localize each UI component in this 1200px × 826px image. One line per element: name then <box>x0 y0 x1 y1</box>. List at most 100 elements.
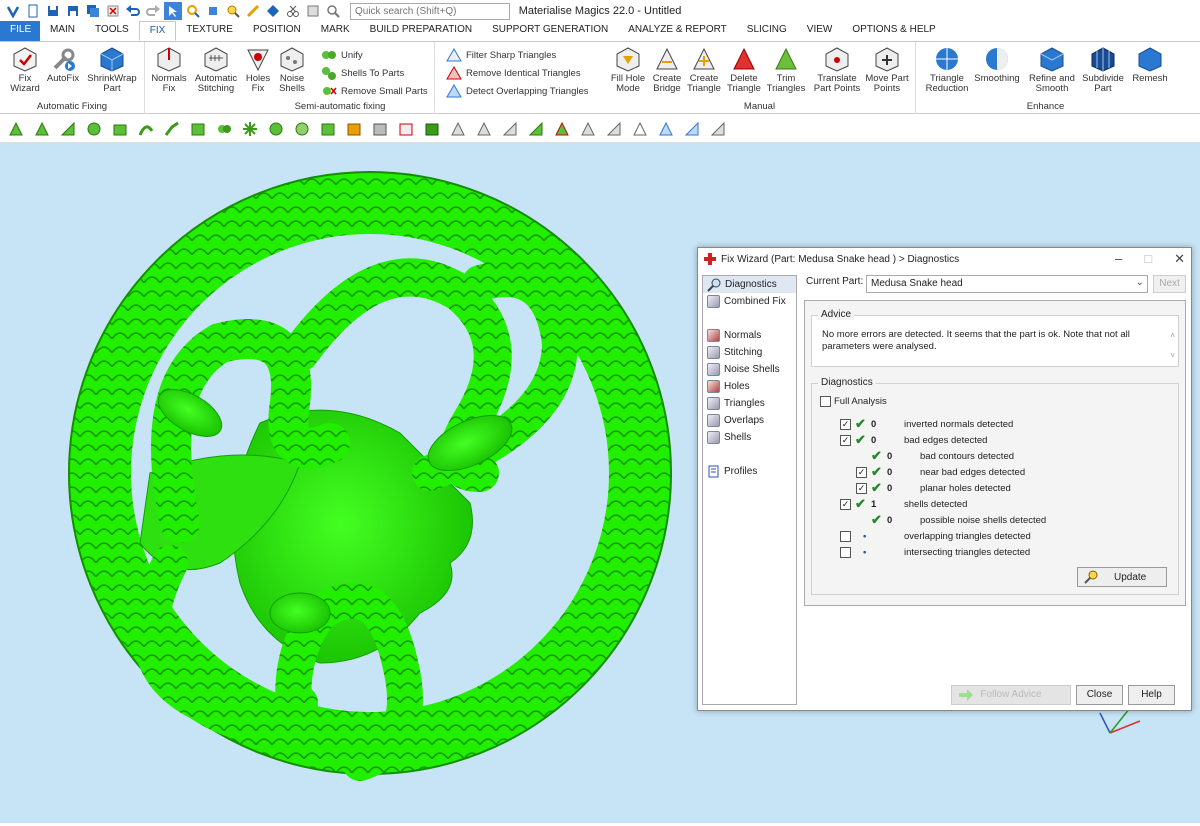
delete-triangle-button[interactable]: Delete Triangle <box>726 46 762 94</box>
tab-file[interactable]: FILE <box>0 21 40 41</box>
follow-advice-button[interactable]: Follow Advice <box>951 685 1071 705</box>
refine-and-smooth-button[interactable]: Refine and Smooth <box>1026 46 1078 94</box>
tab-options-help[interactable]: OPTIONS & HELP <box>842 21 945 41</box>
holes-fix-button[interactable]: Holes Fix <box>243 46 273 94</box>
mark-sphere-icon[interactable] <box>266 119 286 139</box>
mark-star-icon[interactable] <box>240 119 260 139</box>
cube-green-icon[interactable] <box>318 119 338 139</box>
tab-view[interactable]: VIEW <box>797 21 843 41</box>
transform-icon[interactable] <box>264 2 282 20</box>
mark-wave-icon[interactable] <box>188 119 208 139</box>
tab-texture[interactable]: TEXTURE <box>176 21 243 41</box>
maximize-icon[interactable]: □ <box>1144 251 1152 267</box>
full-analysis-row[interactable]: Full Analysis <box>820 394 887 408</box>
tab-build-preparation[interactable]: BUILD PREPARATION <box>360 21 482 41</box>
part-icon[interactable] <box>304 2 322 20</box>
cube-red-icon[interactable] <box>396 119 416 139</box>
subdivide-part-button[interactable]: Subdivide Part <box>1080 46 1126 94</box>
save-all-icon[interactable] <box>84 2 102 20</box>
mark-shell-icon[interactable] <box>84 119 104 139</box>
marking-icon[interactable] <box>6 119 26 139</box>
cube-grey-icon[interactable] <box>370 119 390 139</box>
mark-curve-icon[interactable] <box>136 119 156 139</box>
cut-icon[interactable] <box>284 2 302 20</box>
find-icon[interactable] <box>324 2 342 20</box>
advice-scrollbar[interactable]: ˄ ˅ <box>1170 326 1175 366</box>
nav-triangles[interactable]: Triangles <box>703 395 796 412</box>
diagnostic-checkbox[interactable]: ✓ <box>840 498 851 510</box>
search-tool-icon[interactable] <box>224 2 242 20</box>
nav-shells[interactable]: Shells <box>703 429 796 446</box>
mark-plane-icon[interactable] <box>58 119 78 139</box>
triangle-tool-2-icon[interactable] <box>474 119 494 139</box>
triangle-tool-9-icon[interactable] <box>656 119 676 139</box>
tab-tools[interactable]: TOOLS <box>85 21 139 41</box>
mark-ball-icon[interactable] <box>292 119 312 139</box>
diagnostic-checkbox[interactable]: ✓ <box>856 482 867 494</box>
trim-triangles-button[interactable]: Trim Triangles <box>766 46 806 94</box>
automatic-stitching-button[interactable]: Automatic Stitching <box>193 46 239 94</box>
measure-icon[interactable] <box>244 2 262 20</box>
close-part-icon[interactable] <box>104 2 122 20</box>
normals-fix-button[interactable]: Normals Fix <box>151 46 187 94</box>
fix-wizard-button[interactable]: Fix Wizard <box>6 46 44 94</box>
smoothing-button[interactable]: Smoothing <box>974 46 1020 84</box>
nav-normals[interactable]: Normals <box>703 327 796 344</box>
triangle-tool-7-icon[interactable] <box>604 119 624 139</box>
filter-sharp-triangles-button[interactable]: Filter Sharp Triangles <box>446 48 556 62</box>
remesh-button[interactable]: Remesh <box>1130 46 1170 84</box>
close-icon[interactable]: ✕ <box>1174 251 1185 267</box>
triangle-tool-3-icon[interactable] <box>500 119 520 139</box>
unify-button[interactable]: Unify <box>321 48 363 62</box>
next-button[interactable]: Next <box>1153 275 1186 293</box>
save-as-icon[interactable] <box>64 2 82 20</box>
noise-shells-button[interactable]: Noise Shells <box>277 46 307 94</box>
autofix-button[interactable]: AutoFix <box>46 46 80 84</box>
nav-profiles[interactable]: Profiles <box>703 463 796 480</box>
create-triangle-button[interactable]: Create Triangle <box>686 46 722 94</box>
fill-hole-mode-button[interactable]: Fill Hole Mode <box>608 46 648 94</box>
triangle-tool-11-icon[interactable] <box>708 119 728 139</box>
save-icon[interactable] <box>44 2 62 20</box>
nav-overlaps[interactable]: Overlaps <box>703 412 796 429</box>
detect-overlapping-triangles-button[interactable]: Detect Overlapping Triangles <box>446 84 589 98</box>
triangle-tool-8-icon[interactable] <box>630 119 650 139</box>
triangle-tool-4-icon[interactable] <box>526 119 546 139</box>
current-part-select[interactable]: Medusa Snake head ⌄ <box>866 275 1148 293</box>
diagnostic-checkbox[interactable] <box>840 530 851 542</box>
nav-noise-shells[interactable]: Noise Shells <box>703 361 796 378</box>
zoom-icon[interactable] <box>184 2 202 20</box>
rotate-icon[interactable] <box>204 2 222 20</box>
app-icon[interactable] <box>4 2 22 20</box>
tab-mark[interactable]: MARK <box>311 21 360 41</box>
remove-small-parts-button[interactable]: Remove Small Parts <box>321 84 428 98</box>
tab-fix[interactable]: FIX <box>138 21 177 41</box>
close-button[interactable]: Close <box>1076 685 1123 705</box>
mark-contour-icon[interactable] <box>162 119 182 139</box>
select-icon[interactable] <box>164 2 182 20</box>
tab-position[interactable]: POSITION <box>243 21 311 41</box>
cube-orange-icon[interactable] <box>344 119 364 139</box>
nav-holes[interactable]: Holes <box>703 378 796 395</box>
triangle-tool-10-icon[interactable] <box>682 119 702 139</box>
triangle-tool-1-icon[interactable] <box>448 119 468 139</box>
translate-part-points-button[interactable]: Translate Part Points <box>812 46 862 94</box>
mark-pattern-icon[interactable] <box>214 119 234 139</box>
diagnostic-checkbox[interactable]: ✓ <box>840 418 851 430</box>
create-bridge-button[interactable]: Create Bridge <box>650 46 684 94</box>
tab-main[interactable]: MAIN <box>40 21 85 41</box>
triangle-tool-6-icon[interactable] <box>578 119 598 139</box>
minimize-icon[interactable]: – <box>1115 251 1122 267</box>
diagnostic-checkbox[interactable] <box>840 546 851 558</box>
full-analysis-checkbox[interactable] <box>820 395 831 407</box>
move-part-points-button[interactable]: Move Part Points <box>864 46 910 94</box>
mark-surface-icon[interactable] <box>110 119 130 139</box>
triangle-tool-5-icon[interactable] <box>552 119 572 139</box>
new-file-icon[interactable] <box>24 2 42 20</box>
tab-analyze-report[interactable]: ANALYZE & REPORT <box>618 21 737 41</box>
quick-search-input[interactable] <box>350 2 510 20</box>
remove-identical-triangles-button[interactable]: Remove Identical Triangles <box>446 66 581 80</box>
cube-dark-green-icon[interactable] <box>422 119 442 139</box>
diagnostic-checkbox[interactable]: ✓ <box>840 434 851 446</box>
undo-icon[interactable] <box>124 2 142 20</box>
